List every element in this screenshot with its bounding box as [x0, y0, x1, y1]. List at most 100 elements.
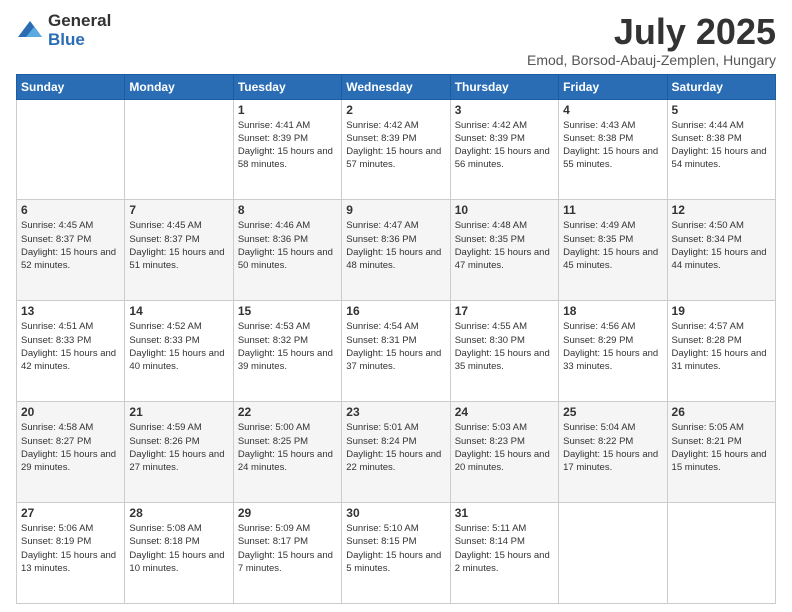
day-info: Sunrise: 4:53 AM Sunset: 8:32 PM Dayligh… [238, 320, 337, 373]
calendar: SundayMondayTuesdayWednesdayThursdayFrid… [16, 74, 776, 604]
calendar-header-monday: Monday [125, 74, 233, 99]
day-info: Sunrise: 4:58 AM Sunset: 8:27 PM Dayligh… [21, 421, 120, 474]
day-number: 21 [129, 405, 228, 419]
calendar-cell: 5 Sunrise: 4:44 AM Sunset: 8:38 PM Daylig… [667, 99, 775, 200]
day-info: Sunrise: 4:43 AM Sunset: 8:38 PM Dayligh… [563, 119, 662, 172]
calendar-week-row: 6 Sunrise: 4:45 AM Sunset: 8:37 PM Daylig… [17, 200, 776, 301]
day-number: 18 [563, 304, 662, 318]
day-info: Sunrise: 4:59 AM Sunset: 8:26 PM Dayligh… [129, 421, 228, 474]
day-info: Sunrise: 5:11 AM Sunset: 8:14 PM Dayligh… [455, 522, 554, 575]
day-number: 6 [21, 203, 120, 217]
day-number: 16 [346, 304, 445, 318]
title-block: July 2025 Emod, Borsod-Abauj-Zemplen, Hu… [527, 12, 776, 68]
day-info: Sunrise: 4:51 AM Sunset: 8:33 PM Dayligh… [21, 320, 120, 373]
calendar-cell: 26 Sunrise: 5:05 AM Sunset: 8:21 PM Dayli… [667, 402, 775, 503]
day-number: 2 [346, 103, 445, 117]
day-number: 26 [672, 405, 771, 419]
calendar-cell: 22 Sunrise: 5:00 AM Sunset: 8:25 PM Dayli… [233, 402, 341, 503]
calendar-cell: 15 Sunrise: 4:53 AM Sunset: 8:32 PM Dayli… [233, 301, 341, 402]
calendar-header-thursday: Thursday [450, 74, 558, 99]
calendar-cell: 14Sunrise: 4:52 AM Sunset: 8:33 PM Dayli… [125, 301, 233, 402]
logo-icon [16, 17, 44, 45]
header: General Blue July 2025 Emod, Borsod-Abau… [16, 12, 776, 68]
day-number: 31 [455, 506, 554, 520]
day-info: Sunrise: 4:45 AM Sunset: 8:37 PM Dayligh… [129, 219, 228, 272]
day-number: 7 [129, 203, 228, 217]
day-info: Sunrise: 5:10 AM Sunset: 8:15 PM Dayligh… [346, 522, 445, 575]
calendar-cell: 21 Sunrise: 4:59 AM Sunset: 8:26 PM Dayli… [125, 402, 233, 503]
day-number: 23 [346, 405, 445, 419]
day-info: Sunrise: 4:46 AM Sunset: 8:36 PM Dayligh… [238, 219, 337, 272]
day-info: Sunrise: 4:52 AM Sunset: 8:33 PM Dayligh… [129, 320, 228, 373]
day-info: Sunrise: 5:05 AM Sunset: 8:21 PM Dayligh… [672, 421, 771, 474]
day-number: 5 [672, 103, 771, 117]
calendar-week-row: 27 Sunrise: 5:06 AM Sunset: 8:19 PM Dayli… [17, 503, 776, 604]
calendar-cell [17, 99, 125, 200]
calendar-cell: 25 Sunrise: 5:04 AM Sunset: 8:22 PM Dayli… [559, 402, 667, 503]
day-number: 15 [238, 304, 337, 318]
calendar-header-row: SundayMondayTuesdayWednesdayThursdayFrid… [17, 74, 776, 99]
day-info: Sunrise: 4:44 AM Sunset: 8:38 PM Dayligh… [672, 119, 771, 172]
day-info: Sunrise: 4:48 AM Sunset: 8:35 PM Dayligh… [455, 219, 554, 272]
calendar-cell: 13 Sunrise: 4:51 AM Sunset: 8:33 PM Dayli… [17, 301, 125, 402]
calendar-cell: 28Sunrise: 5:08 AM Sunset: 8:18 PM Dayli… [125, 503, 233, 604]
day-info: Sunrise: 5:00 AM Sunset: 8:25 PM Dayligh… [238, 421, 337, 474]
logo-text: General Blue [48, 12, 111, 49]
day-number: 27 [21, 506, 120, 520]
calendar-cell: 27 Sunrise: 5:06 AM Sunset: 8:19 PM Dayli… [17, 503, 125, 604]
logo-general-text: General [48, 12, 111, 31]
day-info: Sunrise: 5:06 AM Sunset: 8:19 PM Dayligh… [21, 522, 120, 575]
calendar-header-sunday: Sunday [17, 74, 125, 99]
day-number: 20 [21, 405, 120, 419]
day-info: Sunrise: 5:09 AM Sunset: 8:17 PM Dayligh… [238, 522, 337, 575]
calendar-cell: 16 Sunrise: 4:54 AM Sunset: 8:31 PM Dayli… [342, 301, 450, 402]
day-info: Sunrise: 4:55 AM Sunset: 8:30 PM Dayligh… [455, 320, 554, 373]
month-title: July 2025 [527, 12, 776, 52]
logo-blue-text: Blue [48, 31, 111, 50]
calendar-week-row: 1 Sunrise: 4:41 AM Sunset: 8:39 PM Daylig… [17, 99, 776, 200]
calendar-cell: 4 Sunrise: 4:43 AM Sunset: 8:38 PM Daylig… [559, 99, 667, 200]
calendar-cell: 20 Sunrise: 4:58 AM Sunset: 8:27 PM Dayli… [17, 402, 125, 503]
day-number: 24 [455, 405, 554, 419]
day-info: Sunrise: 4:49 AM Sunset: 8:35 PM Dayligh… [563, 219, 662, 272]
day-number: 10 [455, 203, 554, 217]
day-number: 29 [238, 506, 337, 520]
calendar-header-saturday: Saturday [667, 74, 775, 99]
day-number: 17 [455, 304, 554, 318]
calendar-cell: 1 Sunrise: 4:41 AM Sunset: 8:39 PM Daylig… [233, 99, 341, 200]
day-number: 4 [563, 103, 662, 117]
day-number: 9 [346, 203, 445, 217]
calendar-cell: 8 Sunrise: 4:46 AM Sunset: 8:36 PM Daylig… [233, 200, 341, 301]
day-info: Sunrise: 4:54 AM Sunset: 8:31 PM Dayligh… [346, 320, 445, 373]
calendar-cell: 17 Sunrise: 4:55 AM Sunset: 8:30 PM Dayli… [450, 301, 558, 402]
day-info: Sunrise: 4:56 AM Sunset: 8:29 PM Dayligh… [563, 320, 662, 373]
calendar-cell: 19Sunrise: 4:57 AM Sunset: 8:28 PM Dayli… [667, 301, 775, 402]
day-info: Sunrise: 4:45 AM Sunset: 8:37 PM Dayligh… [21, 219, 120, 272]
calendar-cell: 31 Sunrise: 5:11 AM Sunset: 8:14 PM Dayli… [450, 503, 558, 604]
calendar-header-friday: Friday [559, 74, 667, 99]
day-number: 25 [563, 405, 662, 419]
day-info: Sunrise: 5:04 AM Sunset: 8:22 PM Dayligh… [563, 421, 662, 474]
day-number: 22 [238, 405, 337, 419]
day-number: 13 [21, 304, 120, 318]
day-number: 11 [563, 203, 662, 217]
calendar-cell: 23Sunrise: 5:01 AM Sunset: 8:24 PM Dayli… [342, 402, 450, 503]
day-number: 8 [238, 203, 337, 217]
calendar-cell: 6 Sunrise: 4:45 AM Sunset: 8:37 PM Daylig… [17, 200, 125, 301]
day-number: 12 [672, 203, 771, 217]
day-info: Sunrise: 4:41 AM Sunset: 8:39 PM Dayligh… [238, 119, 337, 172]
day-info: Sunrise: 4:50 AM Sunset: 8:34 PM Dayligh… [672, 219, 771, 272]
day-number: 30 [346, 506, 445, 520]
calendar-cell: 2Sunrise: 4:42 AM Sunset: 8:39 PM Daylig… [342, 99, 450, 200]
calendar-cell [559, 503, 667, 604]
location: Emod, Borsod-Abauj-Zemplen, Hungary [527, 52, 776, 68]
logo: General Blue [16, 12, 111, 49]
calendar-header-wednesday: Wednesday [342, 74, 450, 99]
calendar-cell: 10 Sunrise: 4:48 AM Sunset: 8:35 PM Dayli… [450, 200, 558, 301]
day-number: 1 [238, 103, 337, 117]
day-number: 28 [129, 506, 228, 520]
day-info: Sunrise: 4:57 AM Sunset: 8:28 PM Dayligh… [672, 320, 771, 373]
calendar-cell: 24Sunrise: 5:03 AM Sunset: 8:23 PM Dayli… [450, 402, 558, 503]
calendar-cell: 29 Sunrise: 5:09 AM Sunset: 8:17 PM Dayli… [233, 503, 341, 604]
calendar-cell: 7 Sunrise: 4:45 AM Sunset: 8:37 PM Daylig… [125, 200, 233, 301]
